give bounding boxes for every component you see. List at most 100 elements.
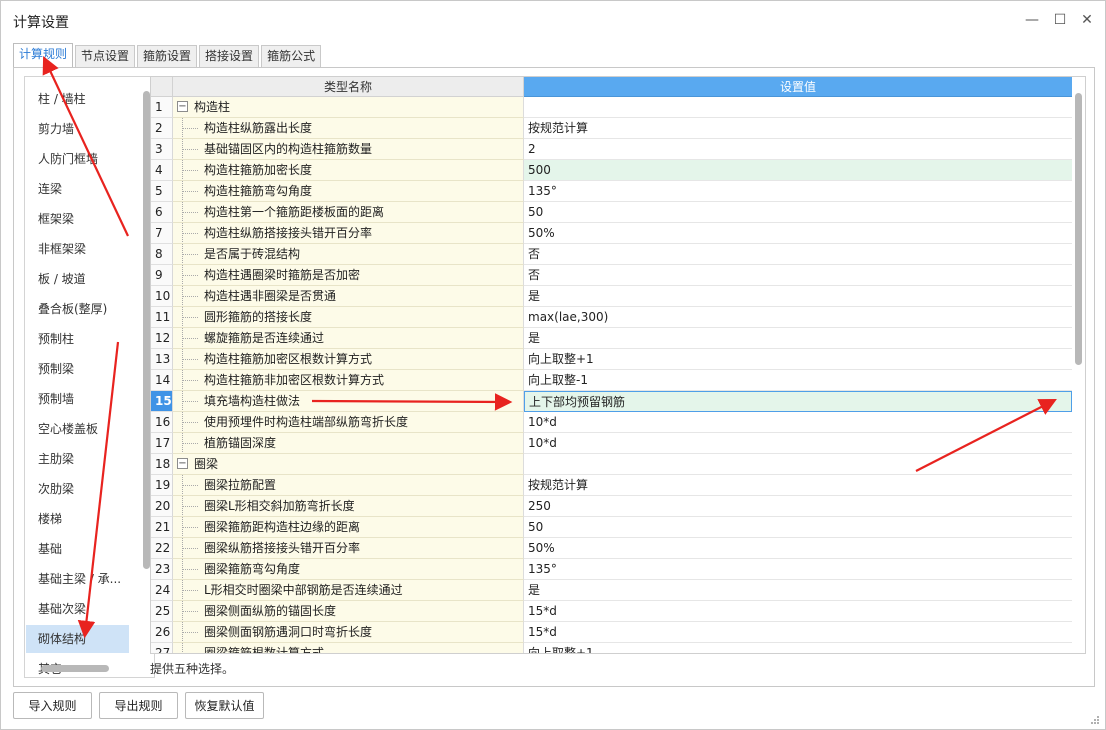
table-row[interactable]: 4 构造柱箍筋加密长度 500 bbox=[151, 160, 1072, 181]
tab-stirrup-formula[interactable]: 箍筋公式 bbox=[261, 45, 322, 67]
sidebar-item[interactable]: 楼梯 bbox=[26, 505, 129, 533]
export-rules-button[interactable]: 导出规则 bbox=[99, 692, 178, 719]
table-row[interactable]: 10 构造柱遇非圈梁是否贯通 是 bbox=[151, 286, 1072, 307]
sidebar-item[interactable]: 连梁 bbox=[26, 175, 129, 203]
table-row[interactable]: 17 植筋锚固深度 10*d bbox=[151, 433, 1072, 454]
setting-value-cell[interactable]: 500 bbox=[524, 160, 1072, 181]
table-row[interactable]: 5 构造柱箍筋弯勾角度 135° bbox=[151, 181, 1072, 202]
sidebar-item[interactable]: 砌体结构 bbox=[26, 625, 129, 653]
tree-connector bbox=[182, 338, 198, 339]
sidebar-horizontal-scrollbar[interactable] bbox=[41, 665, 109, 672]
setting-value-cell[interactable]: 10*d bbox=[524, 433, 1072, 454]
setting-value-cell[interactable]: 135° bbox=[524, 559, 1072, 580]
description-text: 提供五种选择。 bbox=[150, 662, 235, 676]
close-button[interactable]: ✕ bbox=[1076, 9, 1098, 31]
setting-name: 构造柱箍筋非加密区根数计算方式 bbox=[204, 373, 385, 387]
setting-value-cell[interactable]: 否 bbox=[524, 265, 1072, 286]
sidebar-item[interactable]: 预制梁 bbox=[26, 355, 129, 383]
resize-grip-icon[interactable] bbox=[1090, 715, 1100, 725]
column-header-type-name[interactable]: 类型名称 bbox=[173, 77, 524, 97]
setting-value-cell[interactable]: 是 bbox=[524, 328, 1072, 349]
table-row[interactable]: 23 圈梁箍筋弯勾角度 135° bbox=[151, 559, 1072, 580]
setting-value-cell[interactable]: 50% bbox=[524, 538, 1072, 559]
column-header-setting-value[interactable]: 设置值 bbox=[524, 77, 1072, 97]
group-row[interactable]: 1− 构造柱 bbox=[151, 97, 1072, 118]
table-row[interactable]: 25 圈梁侧面纵筋的锚固长度 15*d bbox=[151, 601, 1072, 622]
table-row[interactable]: 16 使用预埋件时构造柱端部纵筋弯折长度 10*d bbox=[151, 412, 1072, 433]
setting-value-cell[interactable]: 按规范计算 bbox=[524, 118, 1072, 139]
row-number: 12 bbox=[151, 328, 173, 349]
row-number: 15 bbox=[151, 391, 173, 412]
tab-lap-settings[interactable]: 搭接设置 bbox=[199, 45, 260, 67]
setting-value-cell[interactable]: 是 bbox=[524, 580, 1072, 601]
table-row[interactable]: 12 螺旋箍筋是否连续通过 是 bbox=[151, 328, 1072, 349]
maximize-button[interactable]: ☐ bbox=[1049, 9, 1071, 31]
table-row[interactable]: 26 圈梁侧面钢筋遇洞口时弯折长度 15*d bbox=[151, 622, 1072, 643]
table-row[interactable]: 27 圈梁箍筋根数计算方式 向上取整+1 bbox=[151, 643, 1072, 654]
table-row[interactable]: 13 构造柱箍筋加密区根数计算方式 向上取整+1 bbox=[151, 349, 1072, 370]
setting-value-cell[interactable] bbox=[524, 454, 1072, 475]
restore-defaults-button[interactable]: 恢复默认值 bbox=[185, 692, 264, 719]
table-row[interactable]: 21 圈梁箍筋距构造柱边缘的距离 50 bbox=[151, 517, 1072, 538]
sidebar-item[interactable]: 基础次梁 bbox=[26, 595, 129, 623]
table-row[interactable]: 22 圈梁纵筋搭接接头错开百分率 50% bbox=[151, 538, 1072, 559]
table-row[interactable]: 7 构造柱纵筋搭接接头错开百分率 50% bbox=[151, 223, 1072, 244]
collapse-icon[interactable]: − bbox=[177, 458, 188, 469]
collapse-icon[interactable]: − bbox=[177, 101, 188, 112]
sidebar-item[interactable]: 基础主梁 / 承... bbox=[26, 565, 129, 593]
import-rules-button[interactable]: 导入规则 bbox=[13, 692, 92, 719]
setting-value-cell[interactable]: 按规范计算 bbox=[524, 475, 1072, 496]
grid-vertical-scrollbar[interactable] bbox=[1075, 93, 1082, 365]
setting-value-cell[interactable]: 15*d bbox=[524, 622, 1072, 643]
table-row[interactable]: 19 圈梁拉筋配置 按规范计算 bbox=[151, 475, 1072, 496]
sidebar-item[interactable]: 空心楼盖板 bbox=[26, 415, 129, 443]
setting-value-cell[interactable]: 否 bbox=[524, 244, 1072, 265]
sidebar-item[interactable]: 主肋梁 bbox=[26, 445, 129, 473]
sidebar-item[interactable]: 预制墙 bbox=[26, 385, 129, 413]
sidebar-item[interactable]: 基础 bbox=[26, 535, 129, 563]
setting-value-cell[interactable]: 上下部均预留钢筋 bbox=[524, 391, 1072, 412]
setting-value-cell[interactable]: 50 bbox=[524, 202, 1072, 223]
tab-stirrup-settings[interactable]: 箍筋设置 bbox=[137, 45, 198, 67]
sidebar-item[interactable]: 柱 / 墙柱 bbox=[26, 85, 129, 113]
setting-value-cell[interactable]: 向上取整+1 bbox=[524, 643, 1072, 653]
table-row[interactable]: 14 构造柱箍筋非加密区根数计算方式 向上取整-1 bbox=[151, 370, 1072, 391]
setting-name: 圈梁箍筋根数计算方式 bbox=[204, 646, 325, 654]
table-row[interactable]: 8 是否属于砖混结构 否 bbox=[151, 244, 1072, 265]
component-list[interactable]: 其它砌体结构基础次梁基础主梁 / 承...基础楼梯次肋梁主肋梁空心楼盖板预制墙预… bbox=[24, 76, 155, 678]
table-row[interactable]: 6 构造柱第一个箍筋距楼板面的距离 50 bbox=[151, 202, 1072, 223]
setting-value-cell[interactable]: 是 bbox=[524, 286, 1072, 307]
sidebar-item[interactable]: 次肋梁 bbox=[26, 475, 129, 503]
setting-value-cell[interactable]: 向上取整-1 bbox=[524, 370, 1072, 391]
sidebar-item[interactable]: 板 / 坡道 bbox=[26, 265, 129, 293]
table-row[interactable]: 2 构造柱纵筋露出长度 按规范计算 bbox=[151, 118, 1072, 139]
group-row[interactable]: 18− 圈梁 bbox=[151, 454, 1072, 475]
table-row[interactable]: 9 构造柱遇圈梁时箍筋是否加密 否 bbox=[151, 265, 1072, 286]
tab-calc-rules[interactable]: 计算规则 bbox=[13, 43, 74, 68]
setting-value-cell[interactable]: 10*d bbox=[524, 412, 1072, 433]
sidebar-vertical-scrollbar[interactable] bbox=[143, 91, 150, 569]
table-row[interactable]: 15 填充墙构造柱做法 上下部均预留钢筋 bbox=[151, 391, 1072, 412]
table-row[interactable]: 11 圆形箍筋的搭接长度 max(lae,300) bbox=[151, 307, 1072, 328]
table-row[interactable]: 20 圈梁L形相交斜加筋弯折长度 250 bbox=[151, 496, 1072, 517]
row-number: 13 bbox=[151, 349, 173, 370]
sidebar-item[interactable]: 非框架梁 bbox=[26, 235, 129, 263]
tab-node-settings[interactable]: 节点设置 bbox=[75, 45, 136, 67]
setting-value-cell[interactable]: 50% bbox=[524, 223, 1072, 244]
setting-value-cell[interactable] bbox=[524, 97, 1072, 118]
minimize-button[interactable]: — bbox=[1021, 9, 1043, 31]
sidebar-item[interactable]: 叠合板(整厚) bbox=[26, 295, 129, 323]
sidebar-item[interactable]: 预制柱 bbox=[26, 325, 129, 353]
table-row[interactable]: 3 基础锚固区内的构造柱箍筋数量 2 bbox=[151, 139, 1072, 160]
setting-value-cell[interactable]: 15*d bbox=[524, 601, 1072, 622]
sidebar-item[interactable]: 人防门框墙 bbox=[26, 145, 129, 173]
setting-value-cell[interactable]: 向上取整+1 bbox=[524, 349, 1072, 370]
table-row[interactable]: 24 L形相交时圈梁中部钢筋是否连续通过 是 bbox=[151, 580, 1072, 601]
sidebar-item[interactable]: 剪力墙 bbox=[26, 115, 129, 143]
sidebar-item[interactable]: 框架梁 bbox=[26, 205, 129, 233]
setting-value-cell[interactable]: 2 bbox=[524, 139, 1072, 160]
setting-value-cell[interactable]: 250 bbox=[524, 496, 1072, 517]
setting-value-cell[interactable]: 50 bbox=[524, 517, 1072, 538]
setting-value-cell[interactable]: max(lae,300) bbox=[524, 307, 1072, 328]
setting-value-cell[interactable]: 135° bbox=[524, 181, 1072, 202]
